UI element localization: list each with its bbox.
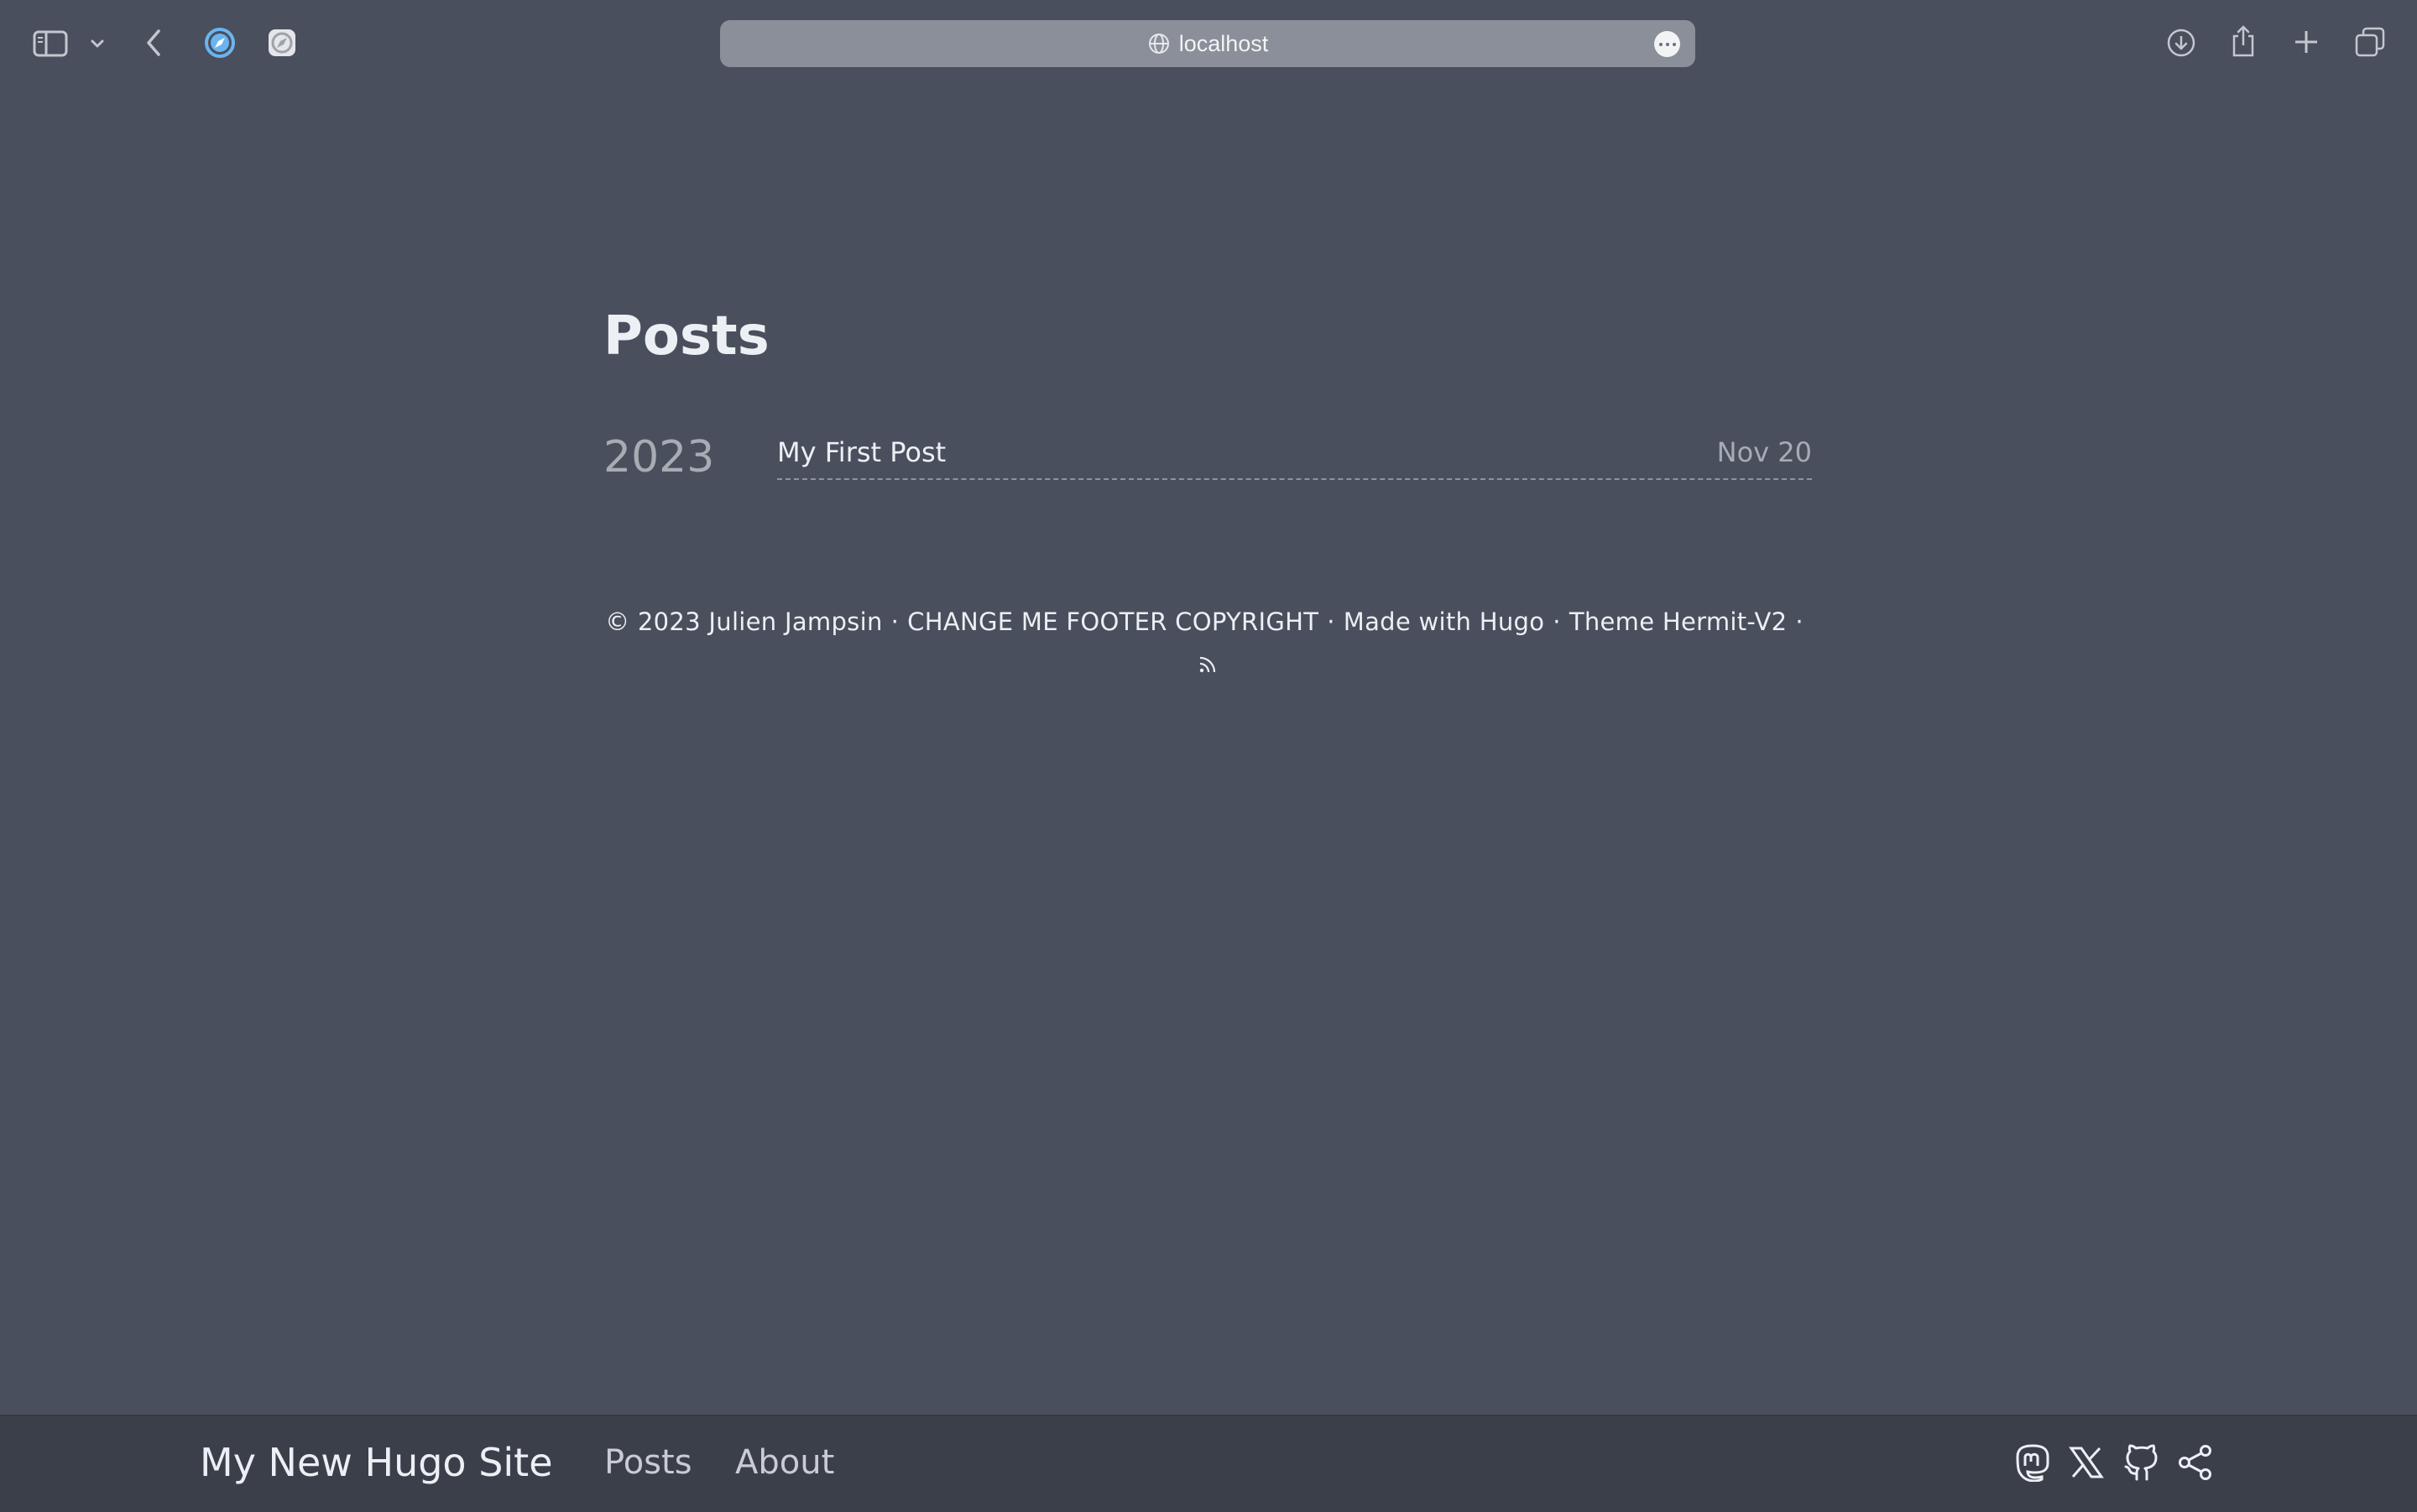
footer-separator: · [1553, 607, 1561, 636]
footer-made-with-link[interactable]: Made with Hugo [1344, 607, 1545, 636]
compass-gray-icon[interactable] [267, 28, 297, 58]
rss-icon[interactable] [1198, 654, 1218, 675]
footer-copyright: © 2023 Julien Jampsin [605, 607, 883, 636]
site-nav: My New Hugo Site Posts About [0, 1415, 2417, 1512]
url-text: localhost [1178, 30, 1269, 56]
safari-compass-icon[interactable] [205, 28, 235, 58]
post-title-link[interactable]: My First Post [777, 436, 946, 468]
plus-icon[interactable] [2291, 27, 2321, 57]
github-icon[interactable] [2121, 1442, 2163, 1483]
footer-custom-text: CHANGE ME FOOTER COPYRIGHT [907, 607, 1319, 636]
globe-icon [1147, 32, 1171, 55]
share-icon[interactable] [2229, 23, 2258, 59]
download-icon[interactable] [2165, 27, 2197, 59]
chevron-down-icon[interactable] [87, 34, 107, 54]
footer-separator: · [1327, 607, 1335, 636]
x-twitter-icon[interactable] [2065, 1442, 2107, 1483]
address-bar[interactable]: localhost [720, 20, 1695, 67]
post-item[interactable]: My First Post Nov 20 [777, 436, 1812, 480]
footer-theme-link[interactable]: Theme Hermit-V2 [1569, 607, 1788, 636]
footer-separator: · [1795, 607, 1804, 636]
footer-separator: · [890, 607, 900, 636]
footer: © 2023 Julien Jampsin · CHANGE ME FOOTER C… [603, 607, 1814, 636]
browser-toolbar: localhost [0, 0, 2417, 87]
page-title: Posts [603, 305, 770, 368]
tabs-overview-icon[interactable] [2353, 25, 2387, 59]
sidebar-toggle-icon[interactable] [32, 27, 69, 60]
post-date: Nov 20 [1716, 436, 1812, 468]
site-name-link[interactable]: My New Hugo Site [200, 1440, 553, 1485]
nav-link-about[interactable]: About [735, 1443, 834, 1482]
mastodon-icon[interactable] [2012, 1442, 2054, 1483]
back-arrow-icon[interactable] [141, 25, 166, 60]
nav-link-posts[interactable]: Posts [604, 1443, 692, 1482]
ellipsis-icon[interactable] [1654, 31, 1680, 57]
share-icon[interactable] [2174, 1442, 2216, 1483]
year-heading: 2023 [603, 432, 715, 482]
